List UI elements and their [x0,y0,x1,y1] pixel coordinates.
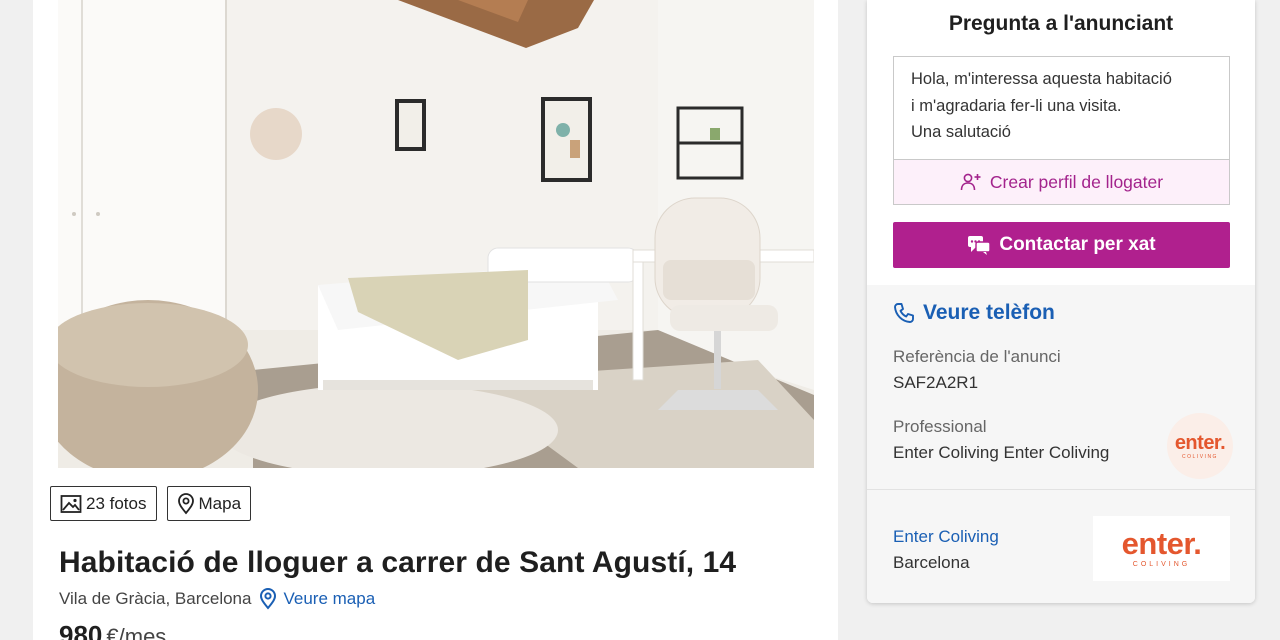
location-text: Vila de Gràcia, Barcelona [59,589,252,608]
photo-actions: 23 fotos Mapa [50,486,252,521]
contact-form: Pregunta a l'anunciant Hola, m'interessa… [867,0,1255,285]
map-pin-icon [177,492,194,514]
logo-subtext: COLIVING [1132,561,1191,568]
photos-count-label: 23 fotos [86,493,147,513]
logo-subtext: COLIVING [1182,454,1218,460]
advertiser-logo-small: enter. COLIVING [1167,413,1233,479]
map-pin-icon [260,588,277,610]
price-line: 980 €/mes [59,620,166,640]
room-photo-illustration [58,0,814,468]
reference-value: SAF2A2R1 [893,373,979,392]
contact-chat-button[interactable]: Contactar per xat [893,222,1230,268]
advertiser-type-label: Professional [893,417,987,436]
map-button[interactable]: Mapa [166,486,252,521]
location-line: Vila de Gràcia, Barcelona Veure mapa [59,588,375,610]
listing-photo[interactable] [58,0,814,468]
listing-main-card: 23 fotos Mapa Habitació de lloguer a car… [33,0,838,640]
price-unit: €/mes [106,624,167,640]
contact-sidebar: Pregunta a l'anunciant Hola, m'interessa… [867,0,1255,603]
advertiser-info: Veure telèfon Referència de l'anunci SAF… [867,285,1255,603]
price-value: 980 [59,620,103,640]
map-label: Mapa [198,493,242,513]
reference-label: Referència de l'anunci [893,347,1061,366]
divider [867,489,1255,490]
show-phone-link[interactable]: Veure telèfon [893,301,1055,325]
photos-button[interactable]: 23 fotos [50,486,157,521]
create-tenant-profile-label: Crear perfil de llogater [989,171,1164,192]
see-map-label: Veure mapa [283,589,376,608]
logo-wordmark: enter. [1174,432,1226,454]
phone-icon [894,303,914,323]
image-icon [60,494,82,513]
agency-logo[interactable]: enter. COLIVING [1093,516,1230,581]
listing-title: Habitació de lloguer a carrer de Sant Ag… [59,546,737,579]
logo-wordmark: enter. [1121,526,1202,561]
contact-chat-label: Contactar per xat [999,234,1156,255]
message-textarea[interactable]: Hola, m'interessa aquesta habitació i m'… [893,56,1230,160]
show-phone-label: Veure telèfon [923,301,1055,324]
create-tenant-profile-button[interactable]: Crear perfil de llogater [893,159,1230,205]
chat-icon [968,236,992,255]
agency-name-link[interactable]: Enter Coliving [893,527,999,547]
see-map-link[interactable]: Veure mapa [259,588,375,610]
add-user-icon [960,173,981,191]
contact-title: Pregunta a l'anunciant [948,12,1174,35]
advertiser-name: Enter Coliving Enter Coliving [893,443,1110,462]
agency-city: Barcelona [893,553,970,572]
